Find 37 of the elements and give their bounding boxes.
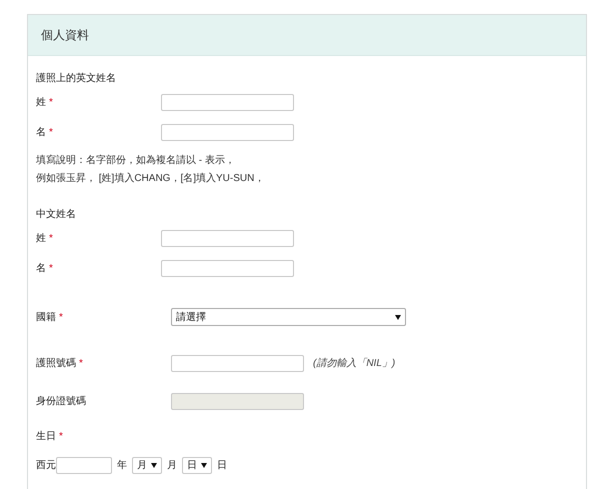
field-label: 名 [36,126,46,140]
text-input[interactable] [171,354,304,372]
day-select[interactable]: 日 [182,456,212,474]
help-text: 例如張玉昇， [姓]填入CHANG，[名]填入YU-SUN， [36,172,266,186]
field-label: 生日 [36,430,56,444]
required-asterisk: * [79,356,83,370]
era-label: 西元 [36,458,56,472]
text-input[interactable] [161,230,294,246]
help-text: 填寫說明：名字部份，如為複名請以 - 表示， [36,154,236,168]
field-label: 姓 [36,232,46,246]
day-unit: 日 [217,458,227,472]
dropdown-arrow-icon [151,462,157,468]
month-select[interactable]: 月 [132,456,162,474]
field-label: 國籍 [36,310,56,324]
month-unit: 月 [167,458,177,472]
section-heading: 中文姓名 [36,208,77,222]
field-label: 身份證號碼 [36,394,86,408]
required-asterisk: * [59,310,63,324]
dropdown-arrow-icon [395,314,401,320]
country-select[interactable]: 請選擇 [171,308,406,326]
text-input[interactable] [161,94,294,110]
panel-title: 個人資料 [41,27,89,44]
field-label: 名 [36,262,46,276]
text-input[interactable] [161,124,294,140]
input-hint: (請勿輸入「NIL」) [313,356,396,370]
field-label: 姓 [36,96,46,110]
required-asterisk: * [49,96,53,110]
year-unit: 年 [117,458,127,472]
year-input[interactable] [56,456,112,474]
field-label: 護照號碼 [36,356,76,370]
required-asterisk: * [59,430,63,444]
required-asterisk: * [49,262,53,276]
required-asterisk: * [49,126,53,140]
required-asterisk: * [49,232,53,246]
text-input[interactable] [161,260,294,276]
dropdown-arrow-icon [201,462,207,468]
section-heading: 護照上的英文姓名 [36,72,117,86]
